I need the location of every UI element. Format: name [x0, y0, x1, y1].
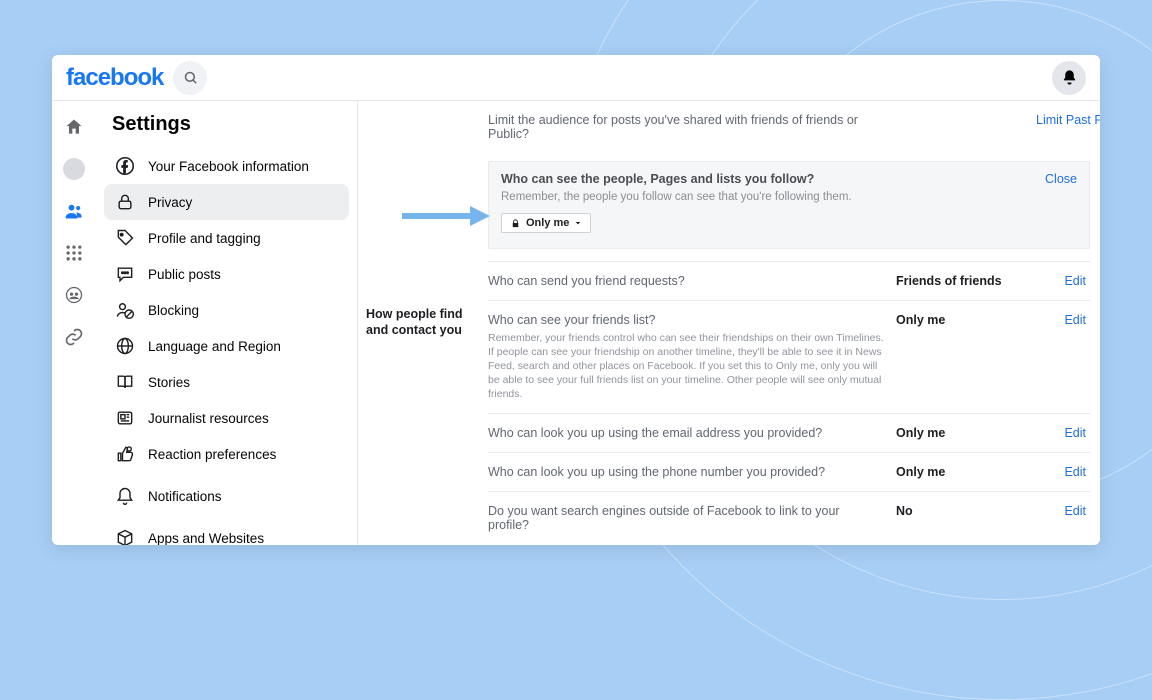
- rail-home[interactable]: [62, 115, 86, 139]
- limit-past-posts-link[interactable]: Limit Past Posts: [1036, 113, 1100, 127]
- page-title: Settings: [104, 113, 349, 148]
- edit-link[interactable]: Edit: [1064, 313, 1086, 327]
- row-question: Limit the audience for posts you've shar…: [488, 113, 896, 141]
- sidebar-item-label: Your Facebook information: [148, 159, 309, 174]
- lock-icon: [114, 191, 136, 213]
- row-search-engines: Do you want search engines outside of Fa…: [488, 491, 1090, 544]
- tag-icon: [114, 227, 136, 249]
- audience-selector[interactable]: Only me: [501, 213, 591, 233]
- row-question: Who can look you up using the email addr…: [488, 426, 896, 440]
- section-label-contact: How people find and contact you: [366, 306, 476, 339]
- row-friends-list: Who can see your friends list? Remember,…: [488, 300, 1090, 414]
- bell-outline-icon: [114, 485, 136, 507]
- facebook-logo[interactable]: facebook: [66, 64, 163, 92]
- row-question: Do you want search engines outside of Fa…: [488, 504, 896, 532]
- rail-link[interactable]: [62, 325, 86, 349]
- row-question: Who can look you up using the phone numb…: [488, 465, 896, 479]
- rail-grid[interactable]: [62, 241, 86, 265]
- top-bar: facebook: [52, 55, 1100, 101]
- box-icon: [114, 527, 136, 545]
- settings-sidebar: Settings Your Facebook information Priva…: [96, 101, 358, 545]
- sidebar-item-label: Language and Region: [148, 339, 281, 354]
- row-value: Only me: [896, 426, 1036, 440]
- row-value: Only me: [896, 313, 1036, 327]
- sidebar-item-label: Reaction preferences: [148, 447, 276, 462]
- book-icon: [114, 371, 136, 393]
- block-icon: [114, 299, 136, 321]
- sidebar-item-label: Stories: [148, 375, 190, 390]
- expanded-desc: Remember, the people you follow can see …: [501, 191, 852, 203]
- row-question: Who can see your friends list? Remember,…: [488, 313, 896, 402]
- bell-icon: [1061, 69, 1078, 86]
- sidebar-item-reactions[interactable]: Reaction preferences: [104, 436, 349, 472]
- content-panel: How people find and contact you Limit th…: [358, 101, 1100, 545]
- left-rail: [52, 101, 96, 545]
- row-lookup-phone: Who can look you up using the phone numb…: [488, 452, 1090, 491]
- sidebar-item-journalist[interactable]: Journalist resources: [104, 400, 349, 436]
- audience-selector-label: Only me: [526, 217, 569, 229]
- sidebar-item-public-posts[interactable]: Public posts: [104, 256, 349, 292]
- sidebar-item-stories[interactable]: Stories: [104, 364, 349, 400]
- sidebar-item-label: Blocking: [148, 303, 199, 318]
- row-value: Only me: [896, 465, 1036, 479]
- avatar-icon: [63, 158, 85, 180]
- edit-link[interactable]: Edit: [1064, 426, 1086, 440]
- facebook-circle-icon: [114, 155, 136, 177]
- app-window: facebook: [52, 55, 1100, 545]
- row-lookup-email: Who can look you up using the email addr…: [488, 413, 1090, 452]
- rail-avatar[interactable]: [62, 157, 86, 181]
- sidebar-item-label: Privacy: [148, 195, 192, 210]
- sidebar-item-blocking[interactable]: Blocking: [104, 292, 349, 328]
- close-link[interactable]: Close: [1045, 172, 1077, 186]
- row-subtext: Remember, your friends control who can s…: [488, 331, 884, 402]
- notifications-button[interactable]: [1052, 61, 1086, 95]
- row-limit-past-posts: Limit the audience for posts you've shar…: [488, 101, 1090, 153]
- comment-icon: [114, 263, 136, 285]
- sidebar-item-label: Apps and Websites: [148, 531, 264, 546]
- like-icon: [114, 443, 136, 465]
- lock-small-icon: [510, 218, 521, 229]
- edit-link[interactable]: Edit: [1064, 504, 1086, 518]
- chevron-down-icon: [574, 219, 582, 227]
- row-value: Friends of friends: [896, 274, 1036, 288]
- sidebar-item-privacy[interactable]: Privacy: [104, 184, 349, 220]
- row-question: Who can send you friend requests?: [488, 274, 896, 288]
- search-button[interactable]: [173, 61, 207, 95]
- sidebar-item-notifications[interactable]: Notifications: [104, 478, 349, 514]
- sidebar-item-label: Profile and tagging: [148, 231, 261, 246]
- expanded-following-visibility: Who can see the people, Pages and lists …: [488, 161, 1090, 249]
- sidebar-item-profile-tagging[interactable]: Profile and tagging: [104, 220, 349, 256]
- sidebar-item-label: Notifications: [148, 489, 222, 504]
- row-friend-requests: Who can send you friend requests? Friend…: [488, 261, 1090, 300]
- globe-icon: [114, 335, 136, 357]
- row-value: No: [896, 504, 1036, 518]
- sidebar-item-label: Public posts: [148, 267, 221, 282]
- news-icon: [114, 407, 136, 429]
- annotation-arrow-icon: [400, 202, 490, 230]
- sidebar-item-your-info[interactable]: Your Facebook information: [104, 148, 349, 184]
- sidebar-item-language[interactable]: Language and Region: [104, 328, 349, 364]
- search-icon: [183, 70, 198, 85]
- edit-link[interactable]: Edit: [1064, 465, 1086, 479]
- rail-friends[interactable]: [62, 199, 86, 223]
- rail-groups[interactable]: [62, 283, 86, 307]
- sidebar-item-label: Journalist resources: [148, 411, 269, 426]
- expanded-title: Who can see the people, Pages and lists …: [501, 172, 852, 186]
- sidebar-item-apps[interactable]: Apps and Websites: [104, 520, 349, 545]
- edit-link[interactable]: Edit: [1064, 274, 1086, 288]
